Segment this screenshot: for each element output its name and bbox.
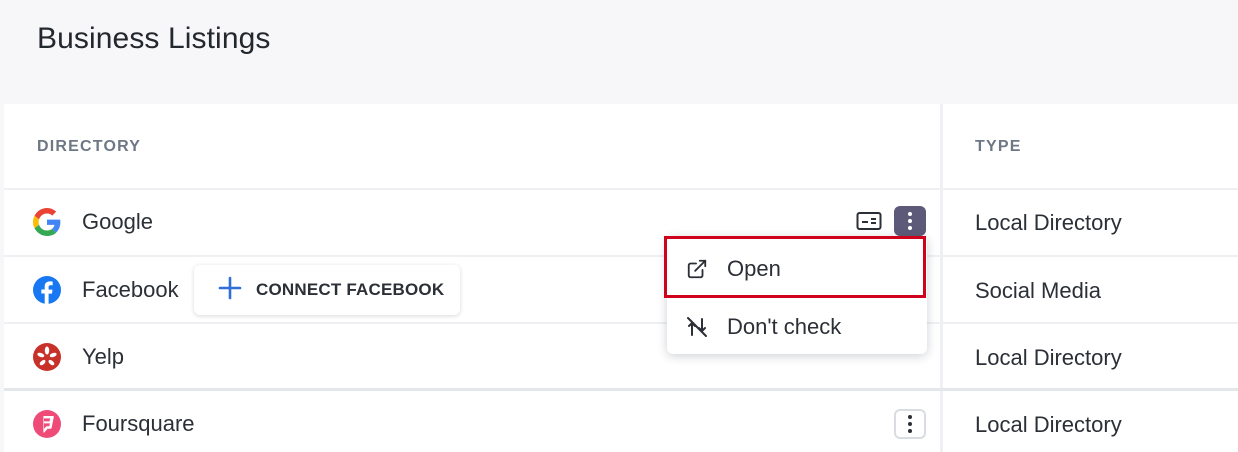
row-divider — [4, 322, 1238, 324]
directory-name: Facebook — [82, 277, 179, 302]
foursquare-icon — [32, 409, 62, 439]
menu-item-label: Don't check — [727, 314, 842, 339]
sync-off-icon — [685, 315, 709, 339]
external-link-icon — [685, 257, 709, 281]
table-row[interactable]: Yelp — [32, 343, 124, 371]
menu-item-open[interactable]: Open — [667, 240, 927, 298]
column-divider — [940, 104, 943, 452]
more-vertical-icon — [908, 415, 912, 433]
directory-type: Social Media — [975, 278, 1101, 303]
table-row[interactable]: Foursquare — [32, 410, 195, 438]
table-row[interactable]: Google — [32, 208, 153, 236]
header-directory[interactable]: DIRECTORY — [37, 138, 141, 156]
table-row[interactable]: Facebook — [32, 276, 179, 304]
menu-item-dont-check[interactable]: Don't check — [667, 298, 927, 356]
yelp-icon — [32, 342, 62, 372]
row-divider — [4, 388, 1238, 391]
row-context-menu: Open Don't check — [667, 236, 927, 354]
directory-type: Local Directory — [975, 210, 1122, 235]
more-vertical-icon — [908, 212, 912, 230]
connect-facebook-button[interactable]: CONNECT FACEBOOK — [194, 265, 460, 315]
id-card-icon[interactable] — [856, 211, 882, 231]
header-type[interactable]: TYPE — [975, 138, 1022, 156]
facebook-icon — [32, 275, 62, 305]
connect-facebook-label: CONNECT FACEBOOK — [256, 280, 445, 299]
page-title: Business Listings — [37, 22, 271, 55]
row-menu-button[interactable] — [894, 206, 926, 236]
directory-name: Yelp — [82, 344, 125, 369]
plus-icon — [218, 276, 242, 305]
row-divider — [4, 255, 1238, 257]
directory-name: Google — [82, 209, 153, 234]
google-icon — [32, 207, 62, 237]
listings-table: DIRECTORY TYPE Google Local Directory Fa… — [4, 104, 1238, 452]
row-menu-button[interactable] — [894, 409, 926, 439]
menu-item-label: Open — [727, 256, 781, 281]
directory-type: Local Directory — [975, 345, 1122, 370]
directory-name: Foursquare — [82, 411, 195, 436]
row-divider — [4, 188, 1238, 190]
directory-type: Local Directory — [975, 412, 1122, 437]
page-header: Business Listings — [0, 0, 1238, 100]
